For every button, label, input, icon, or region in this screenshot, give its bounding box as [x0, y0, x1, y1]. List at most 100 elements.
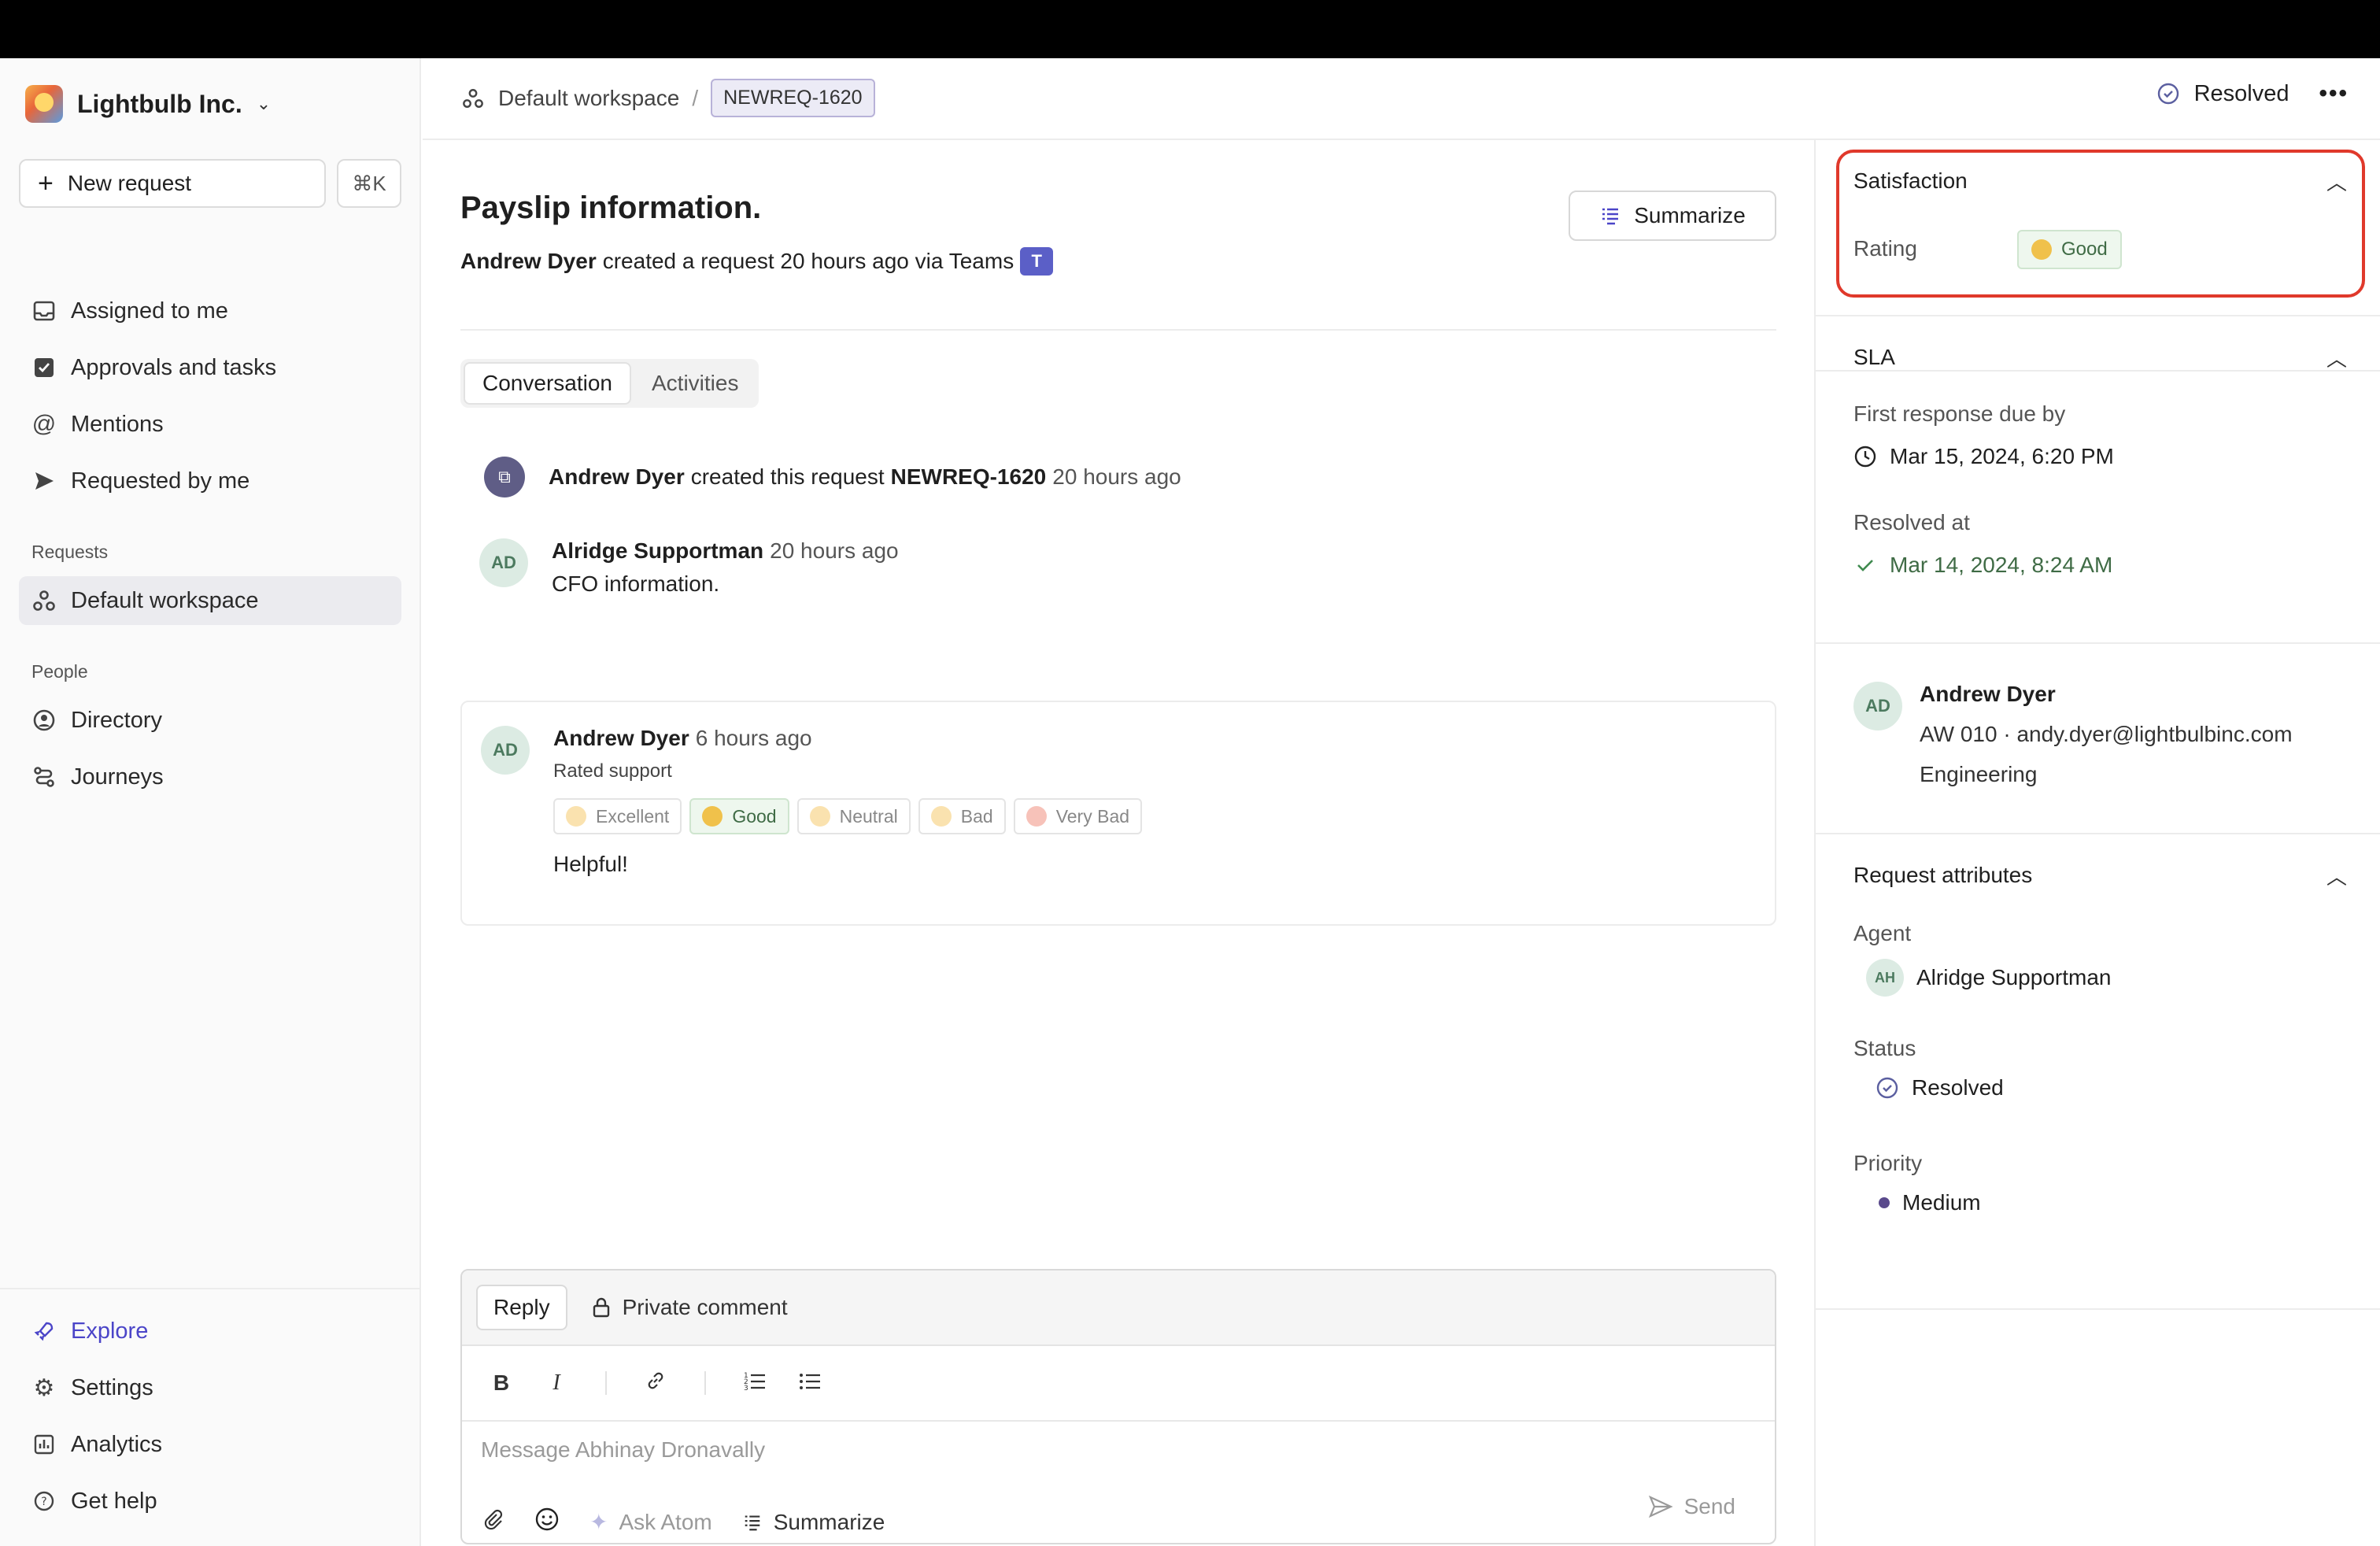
breadcrumb-separator: / [692, 85, 699, 110]
sidebar-item-help[interactable]: ? Get help [19, 1477, 401, 1526]
rating-content: Andrew Dyer 6 hours ago Rated support Ex… [553, 726, 1143, 877]
at-sign-icon: @ [31, 411, 57, 437]
requester-details: AW 010 · andy.dyer@lightbulbinc.com [1920, 722, 2293, 746]
avatar: AD [479, 538, 528, 587]
summarize-label: Summarize [1634, 203, 1746, 227]
check-icon [1857, 560, 1873, 571]
agent-selector[interactable]: AH Alridge Supportman [1866, 959, 2111, 997]
composer-summarize-button[interactable]: Summarize [742, 1510, 885, 1535]
tab-conversation[interactable]: Conversation [464, 362, 631, 405]
send-button[interactable]: Send [1648, 1494, 1735, 1519]
rating-option-excellent: Excellent [553, 798, 682, 834]
sidebar-item-mentions[interactable]: @ Mentions [19, 400, 401, 449]
event-actor[interactable]: Andrew Dyer [549, 464, 685, 490]
numbered-list-icon[interactable]: 123 [739, 1370, 771, 1397]
bullet-list-icon[interactable] [794, 1370, 826, 1397]
section-title[interactable]: SLA [1853, 345, 1895, 370]
emoji-icon [2031, 239, 2052, 260]
message-input[interactable] [481, 1437, 1740, 1463]
priority-selector[interactable]: Medium [1879, 1190, 1981, 1215]
breadcrumb-workspace-link[interactable]: Default workspace [498, 86, 679, 111]
page-title: Payslip information. [460, 190, 762, 225]
italic-icon[interactable]: I [541, 1370, 572, 1396]
header-actions: Resolved ••• [2156, 80, 2349, 107]
teams-icon: T [1020, 247, 1054, 276]
requester-card: AD Andrew Dyer AW 010 · andy.dyer@lightb… [1853, 682, 2293, 794]
more-options-icon[interactable]: ••• [2306, 80, 2349, 107]
sidebar-item-label: Explore [71, 1318, 149, 1344]
request-id-tag[interactable]: NEWREQ-1620 [711, 79, 875, 117]
app-window: Lightbulb Inc. ⌄ + New request ⌘K Assign… [0, 58, 2380, 1546]
check-circle-icon [1876, 1077, 1898, 1099]
new-request-button[interactable]: + New request [19, 159, 326, 208]
status-dropdown[interactable]: Resolved [2156, 81, 2289, 107]
rating-option-label: Good [732, 805, 777, 827]
sidebar-item-analytics[interactable]: Analytics [19, 1420, 401, 1469]
sidebar-item-journeys[interactable]: Journeys [19, 753, 401, 801]
private-comment-tab[interactable]: Private comment [591, 1295, 788, 1320]
toolbar-separator [704, 1371, 706, 1395]
sidebar-item-default-workspace[interactable]: Default workspace [19, 576, 401, 625]
avatar: AH [1866, 959, 1904, 997]
summarize-button[interactable]: Summarize [1569, 190, 1776, 241]
conversation-tabs: Conversation Activities [460, 359, 759, 408]
rating-option-label: Very Bad [1055, 805, 1130, 827]
sidebar-item-requested[interactable]: Requested by me [19, 457, 401, 505]
message-composer: Reply Private comment B I 123 Message Ab… [460, 1269, 1776, 1544]
svg-text:3: 3 [744, 1385, 748, 1392]
rating-label: Rating [1853, 236, 1917, 261]
message-author[interactable]: Alridge Supportman [552, 538, 763, 564]
bold-icon[interactable]: B [486, 1370, 517, 1396]
sidebar-item-directory[interactable]: Directory [19, 696, 401, 745]
sidebar-item-settings[interactable]: ⚙ Settings [19, 1363, 401, 1412]
command-shortcut-button[interactable]: ⌘K [337, 159, 401, 208]
status-value: Resolved [1912, 1075, 2004, 1100]
status-label: Resolved [2193, 80, 2289, 106]
chevron-up-icon[interactable]: ︿ [2326, 167, 2347, 196]
requester-info: Andrew Dyer AW 010 · andy.dyer@lightbulb… [1920, 674, 2293, 794]
route-icon [31, 764, 57, 790]
sidebar-item-approvals[interactable]: Approvals and tasks [19, 343, 401, 392]
reply-tab[interactable]: Reply [476, 1285, 567, 1330]
top-bar: Default workspace / NEWREQ-1620 Resolved… [423, 58, 2380, 140]
request-subtitle: Andrew Dyer created a request 20 hours a… [460, 247, 1054, 276]
sidebar-item-assigned[interactable]: Assigned to me [19, 287, 401, 335]
composer-summarize-label: Summarize [773, 1509, 885, 1534]
requester-section: AD Andrew Dyer AW 010 · andy.dyer@lightb… [1816, 644, 2380, 834]
rating-author[interactable]: Andrew Dyer [553, 726, 689, 751]
sidebar-divider [0, 1288, 421, 1289]
resolved-value: Mar 14, 2024, 8:24 AM [1853, 553, 2112, 578]
rating-option-label: Neutral [839, 805, 898, 827]
private-comment-label: Private comment [622, 1295, 788, 1319]
emoji-picker-icon[interactable] [534, 1507, 560, 1537]
send-label: Send [1683, 1494, 1735, 1518]
chevron-up-icon[interactable]: ︿ [2326, 343, 2347, 372]
section-title[interactable]: Request attributes [1853, 863, 2032, 888]
priority-value: Medium [1902, 1190, 1981, 1215]
rating-options: Excellent Good Neutral Bad Very Bad [553, 798, 1143, 834]
rating-option-very-bad: Very Bad [1013, 798, 1143, 834]
org-switcher[interactable]: Lightbulb Inc. ⌄ [25, 83, 271, 124]
attach-icon[interactable] [481, 1507, 504, 1537]
timeline-message: AD Alridge Supportman 20 hours ago CFO i… [479, 538, 899, 597]
inbox-icon [31, 298, 57, 324]
sla-section: SLA ︿ First response due by Mar 15, 2024… [1816, 315, 2380, 644]
sidebar-item-explore[interactable]: Explore [19, 1307, 401, 1356]
rating-option-label: Bad [960, 805, 993, 827]
creator-name[interactable]: Andrew Dyer [460, 249, 597, 274]
link-icon[interactable] [640, 1370, 671, 1397]
tab-activities[interactable]: Activities [634, 362, 756, 405]
rating-caption: Rated support [553, 760, 672, 782]
user-circle-icon [31, 708, 57, 733]
help-circle-icon: ? [31, 1489, 57, 1514]
sidebar-item-label: Settings [71, 1374, 153, 1400]
chevron-up-icon[interactable]: ︿ [2326, 861, 2347, 890]
people-section-label: People [31, 661, 88, 682]
bar-chart-icon [31, 1432, 57, 1457]
status-selector[interactable]: Resolved [1876, 1075, 2004, 1100]
requester-name[interactable]: Andrew Dyer [1920, 682, 2056, 706]
section-title[interactable]: Satisfaction [1853, 168, 1968, 194]
ask-atom-button[interactable]: ✦ Ask Atom [589, 1509, 712, 1535]
message-body: CFO information. [552, 571, 720, 596]
avatar: AD [481, 726, 530, 775]
